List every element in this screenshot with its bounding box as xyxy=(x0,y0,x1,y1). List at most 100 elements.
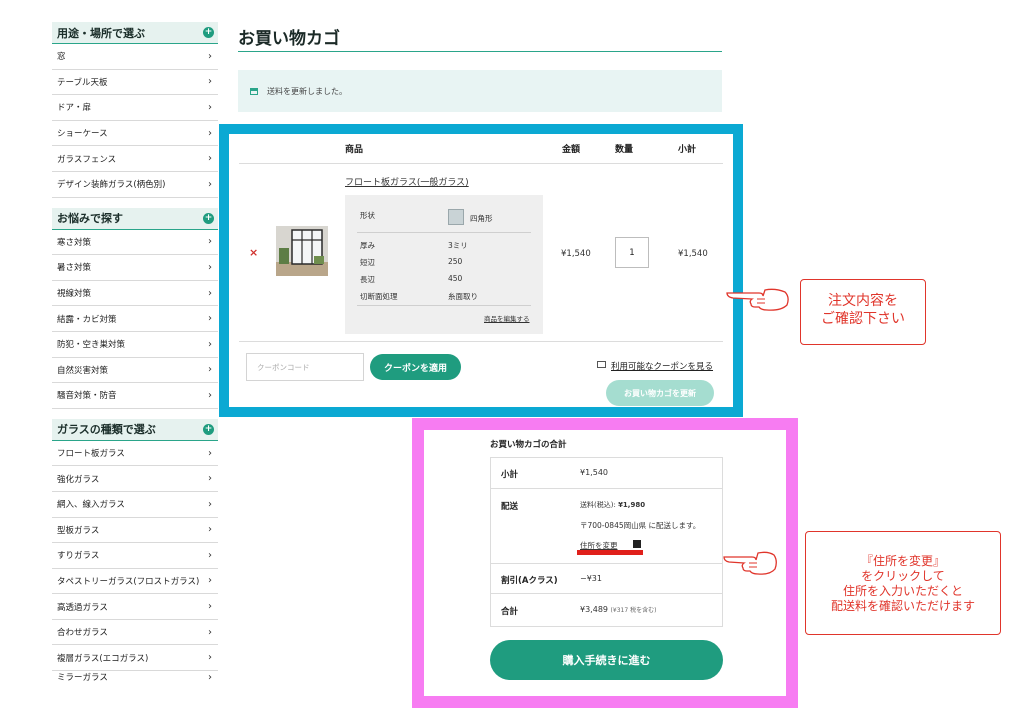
sidebar-item[interactable]: 網入、線入ガラス › xyxy=(52,492,218,518)
attr-value: 3ミリ xyxy=(448,241,468,250)
checkout-button[interactable]: 購入手続きに進む xyxy=(490,640,723,680)
edit-product-link[interactable]: 商品を編集する xyxy=(484,313,530,323)
sidebar-item[interactable]: ショーケース › xyxy=(52,121,218,147)
pointing-hand-icon xyxy=(723,551,777,575)
chevron-right-icon: › xyxy=(208,447,212,459)
sidebar-item[interactable]: 高透過ガラス › xyxy=(52,594,218,620)
header-qty: 数量 xyxy=(615,145,634,155)
sidebar-item-label: ドア・扉 xyxy=(57,103,92,114)
expand-icon[interactable]: + xyxy=(203,212,214,224)
sidebar-item[interactable]: 結露・カビ対策 › xyxy=(52,306,218,332)
apply-coupon-button[interactable]: クーポンを適用 xyxy=(370,354,461,380)
totals-heading: お買い物カゴの合計 xyxy=(490,440,567,450)
chevron-right-icon: › xyxy=(208,178,212,190)
sidebar-item[interactable]: 合わせガラス › xyxy=(52,620,218,646)
product-thumbnail[interactable] xyxy=(276,226,328,276)
discount-value: −¥31 xyxy=(580,574,602,583)
sidebar-item-label: 型板ガラス xyxy=(57,525,100,536)
subtotal-label: 小計 xyxy=(501,470,519,480)
quantity-input[interactable]: 1 xyxy=(615,237,649,268)
sidebar-section-title: 用途・場所で選ぶ xyxy=(57,26,145,40)
attr-value: 250 xyxy=(448,257,463,266)
remove-item-button[interactable]: × xyxy=(249,246,258,259)
chevron-right-icon: › xyxy=(208,601,212,613)
coupon-code-input[interactable]: クーポンコード xyxy=(246,353,364,381)
sidebar-item-label: 視線対策 xyxy=(57,289,92,300)
title-divider xyxy=(238,51,722,52)
sidebar-item[interactable]: ドア・扉 › xyxy=(52,95,218,121)
callout-line: 配送料を確認いただけます xyxy=(830,599,975,613)
total-tax: (¥317 税を含む) xyxy=(610,607,657,614)
sidebar-item-label: 合わせガラス xyxy=(57,628,108,639)
sidebar-item[interactable]: すりガラス › xyxy=(52,543,218,569)
sidebar-item[interactable]: 騒音対策・防音 › xyxy=(52,383,218,409)
order-check-callout: 注文内容を ご確認下さい xyxy=(800,279,926,345)
sidebar-item[interactable]: 防犯・空き巣対策 › xyxy=(52,332,218,358)
calendar-icon xyxy=(250,87,258,95)
callout-line: 『住所を変更』 xyxy=(860,554,945,568)
sidebar-item-label: 暑さ対策 xyxy=(57,263,92,274)
totals-divider xyxy=(491,488,722,489)
callout-line: 住所を入力いただくと xyxy=(842,584,963,598)
chevron-right-icon: › xyxy=(208,672,212,684)
sidebar-item[interactable]: ミラーガラス › xyxy=(52,671,218,683)
header-price: 金額 xyxy=(562,145,581,155)
item-price: ¥1,540 xyxy=(561,249,591,259)
discount-label: 割引(Aクラス) xyxy=(501,576,558,586)
sidebar-item-label: テーブル天板 xyxy=(57,77,108,88)
sidebar-item[interactable]: 自然災害対策 › xyxy=(52,358,218,384)
sidebar-item[interactable]: フロート板ガラス › xyxy=(52,441,218,467)
sidebar-item-label: 結露・カビ対策 xyxy=(57,314,117,325)
expand-icon[interactable]: + xyxy=(203,423,214,435)
page-title: お買い物カゴ xyxy=(238,29,340,49)
sidebar-item-label: デザイン装飾ガラス(柄色別) xyxy=(57,180,166,191)
sidebar-section-title: ガラスの種類で選ぶ xyxy=(57,423,156,437)
attr-divider xyxy=(357,232,531,233)
coupon-ticket-icon xyxy=(597,361,606,368)
chevron-right-icon: › xyxy=(208,127,212,139)
pointing-hand-icon xyxy=(726,288,789,311)
attr-label: 長辺 xyxy=(360,275,375,284)
shipping-fee: 送料(税込): ¥1,980 xyxy=(580,500,645,510)
sidebar-item[interactable]: 寒さ対策 › xyxy=(52,230,218,256)
sidebar-item-label: ガラスフェンス xyxy=(57,154,117,165)
shipping-destination: 〒700-0845岡山県 に配送します。 xyxy=(580,521,701,530)
product-name-link[interactable]: フロート板ガラス(一般ガラス) xyxy=(345,175,469,188)
sidebar-item[interactable]: 窓 › xyxy=(52,44,218,70)
totals-divider xyxy=(491,593,722,594)
sidebar-item[interactable]: ガラスフェンス › xyxy=(52,146,218,172)
shipping-fee-label: 送料(税込): xyxy=(580,501,616,509)
sidebar-item-label: 防犯・空き巣対策 xyxy=(57,340,126,351)
header-subtotal: 小計 xyxy=(678,145,697,155)
notice-text: 送料を更新しました。 xyxy=(267,86,347,96)
sidebar-item[interactable]: 複層ガラス(エコガラス) › xyxy=(52,645,218,672)
update-cart-button[interactable]: お買い物カゴを更新 xyxy=(606,380,714,406)
total-label: 合計 xyxy=(501,607,519,617)
header-product: 商品 xyxy=(345,145,364,155)
sidebar-item[interactable]: デザイン装飾ガラス(柄色別) › xyxy=(52,172,218,198)
sidebar-section-glass-types[interactable]: ガラスの種類で選ぶ + xyxy=(52,418,218,441)
chevron-right-icon: › xyxy=(208,549,212,561)
sidebar-section-concerns[interactable]: お悩みで探す + xyxy=(52,207,218,230)
chevron-right-icon: › xyxy=(208,575,212,587)
underline-highlight xyxy=(577,550,643,555)
sidebar-item-label: 網入、線入ガラス xyxy=(57,500,125,511)
sidebar-item[interactable]: 強化ガラス › xyxy=(52,466,218,492)
sidebar-item[interactable]: 型板ガラス › xyxy=(52,518,218,544)
sidebar-item[interactable]: 視線対策 › xyxy=(52,281,218,307)
total-amount: ¥3,489 (¥317 税を含む) xyxy=(580,605,656,614)
attr-label: 形状 xyxy=(360,211,375,220)
header-divider xyxy=(239,163,723,164)
sidebar-item[interactable]: 暑さ対策 › xyxy=(52,255,218,281)
view-coupons-link[interactable]: 利用可能なクーポンを見る xyxy=(611,360,713,372)
chevron-right-icon: › xyxy=(208,364,212,376)
expand-icon[interactable]: + xyxy=(203,27,214,38)
sidebar-item[interactable]: テーブル天板 › xyxy=(52,70,218,96)
sidebar-item[interactable]: タペストリーガラス(フロストガラス) › xyxy=(52,569,218,595)
coupon-divider xyxy=(239,341,723,342)
attr-value: 糸面取り xyxy=(448,292,478,301)
sidebar-section-usage[interactable]: 用途・場所で選ぶ + xyxy=(52,22,218,44)
chevron-right-icon: › xyxy=(208,626,212,638)
chevron-right-icon: › xyxy=(208,524,212,536)
shipping-label: 配送 xyxy=(501,502,519,512)
